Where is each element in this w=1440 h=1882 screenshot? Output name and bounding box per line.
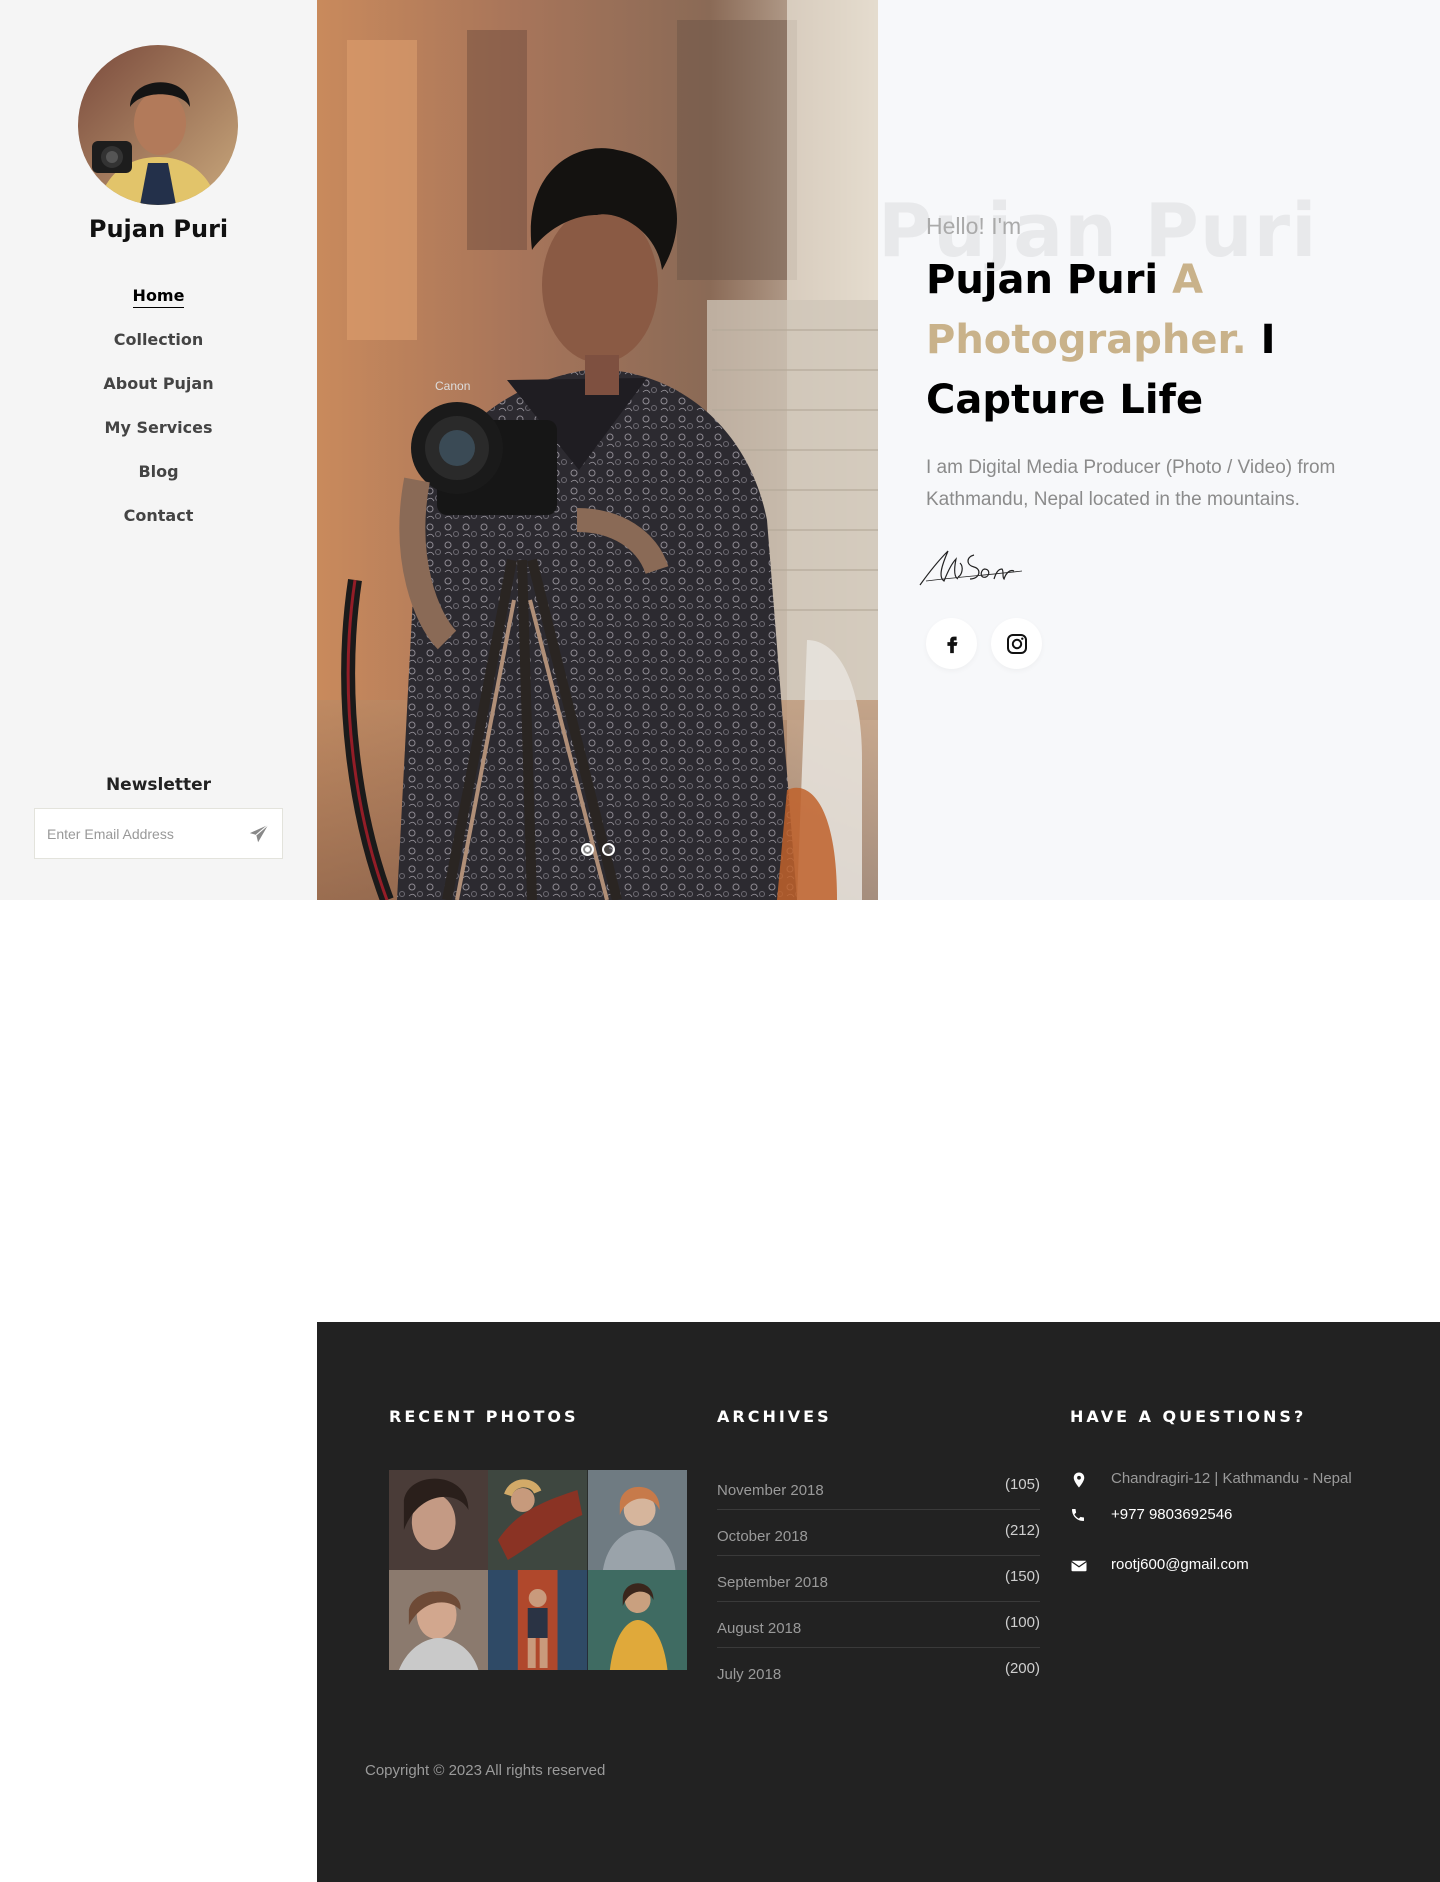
recent-photo[interactable] xyxy=(389,1470,489,1570)
hero-description: I am Digital Media Producer (Photo / Vid… xyxy=(926,457,1336,510)
hero-slider: Canon xyxy=(317,0,878,900)
nav-item-contact: Contact xyxy=(0,506,317,550)
newsletter-email-input[interactable] xyxy=(47,809,242,858)
archive-count: (105) xyxy=(1004,1476,1040,1493)
main-nav: Home Collection About Pujan My Services … xyxy=(0,286,317,550)
contact-title: HAVE A QUESTIONS? xyxy=(1070,1407,1307,1426)
nav-item-blog: Blog xyxy=(0,462,317,506)
archives-list: November 2018 (105) October 2018 (212) Sep… xyxy=(717,1464,1040,1694)
recent-photo[interactable] xyxy=(587,1470,687,1570)
slider-dot-2[interactable] xyxy=(602,843,615,856)
archive-item: September 2018 (150) xyxy=(717,1556,1040,1602)
sidebar: Pujan Puri Home Collection About Pujan M… xyxy=(0,0,317,900)
recent-photos-grid xyxy=(389,1470,687,1670)
contact-email-link[interactable]: rootj600@gmail.com xyxy=(1111,1556,1249,1573)
avatar-photo xyxy=(78,45,238,205)
hero-greeting: Hello! I'm xyxy=(926,213,1022,239)
recent-photos-title: RECENT PHOTOS xyxy=(389,1407,579,1426)
brand-name[interactable]: Pujan Puri xyxy=(0,215,317,243)
archive-count: (212) xyxy=(1004,1522,1040,1539)
nav-item-home: Home xyxy=(0,286,317,330)
recent-photo[interactable] xyxy=(488,1570,588,1670)
nav-link-services[interactable]: My Services xyxy=(105,418,213,439)
copyright-text: Copyright © 2023 All rights reserved xyxy=(365,1762,606,1779)
nav-link-about[interactable]: About Pujan xyxy=(103,374,213,395)
hero-name: Pujan Puri xyxy=(926,257,1159,303)
svg-text:Canon: Canon xyxy=(435,379,470,393)
hero-headline: Pujan Puri A Photographer. I Capture Lif… xyxy=(926,250,1416,430)
archives-title: ARCHIVES xyxy=(717,1407,832,1426)
archive-link[interactable]: August 2018 xyxy=(717,1620,801,1637)
hero-photo-image: Canon xyxy=(317,0,878,900)
map-marker-icon xyxy=(1070,1471,1088,1489)
signature-image xyxy=(918,541,1028,593)
contact-phone: +977 9803692546 xyxy=(1070,1506,1410,1542)
newsletter-form xyxy=(34,808,283,859)
archive-item: August 2018 (100) xyxy=(717,1602,1040,1648)
archive-link[interactable]: November 2018 xyxy=(717,1482,824,1499)
archive-link[interactable]: September 2018 xyxy=(717,1574,828,1591)
hero-intro: Pujan Puri Hello! I'm Pujan Puri A Photo… xyxy=(878,0,1440,900)
nav-item-services: My Services xyxy=(0,418,317,462)
contact-address: Chandragiri-12 | Kathmandu - Nepal xyxy=(1070,1470,1410,1506)
recent-photo[interactable] xyxy=(587,1570,687,1670)
nav-link-collection[interactable]: Collection xyxy=(114,330,204,351)
archive-link[interactable]: October 2018 xyxy=(717,1528,808,1545)
archive-count: (150) xyxy=(1004,1568,1040,1585)
recent-photo[interactable] xyxy=(389,1570,489,1670)
contact-list: Chandragiri-12 | Kathmandu - Nepal +977 … xyxy=(1070,1470,1410,1592)
phone-icon xyxy=(1070,1507,1088,1525)
contact-email: rootj600@gmail.com xyxy=(1070,1556,1410,1592)
archive-item: November 2018 (105) xyxy=(717,1464,1040,1510)
archive-item: October 2018 (212) xyxy=(717,1510,1040,1556)
facebook-icon[interactable] xyxy=(926,618,977,669)
recent-photo[interactable] xyxy=(488,1470,588,1570)
archive-link[interactable]: July 2018 xyxy=(717,1666,781,1683)
archive-item: July 2018 (200) xyxy=(717,1648,1040,1694)
nav-item-collection: Collection xyxy=(0,330,317,374)
slider-dots xyxy=(581,843,615,856)
instagram-icon[interactable] xyxy=(991,618,1042,669)
envelope-icon xyxy=(1070,1557,1088,1575)
avatar[interactable] xyxy=(78,45,238,205)
archive-count: (200) xyxy=(1004,1660,1040,1677)
nav-link-home[interactable]: Home xyxy=(132,286,185,308)
paper-plane-icon[interactable] xyxy=(248,823,270,845)
newsletter-title: Newsletter xyxy=(105,775,212,795)
nav-item-about: About Pujan xyxy=(0,374,317,418)
nav-link-contact[interactable]: Contact xyxy=(124,506,194,527)
slider-dot-1[interactable] xyxy=(581,843,594,856)
nav-link-blog[interactable]: Blog xyxy=(138,462,178,483)
contact-phone-link[interactable]: +977 9803692546 xyxy=(1111,1506,1232,1523)
contact-address-text: Chandragiri-12 | Kathmandu - Nepal xyxy=(1111,1470,1352,1487)
site-footer: RECENT PHOTOS ARCHIVES November 2018 (105… xyxy=(317,1322,1440,1882)
archive-count: (100) xyxy=(1004,1614,1040,1631)
social-links xyxy=(926,618,1042,669)
